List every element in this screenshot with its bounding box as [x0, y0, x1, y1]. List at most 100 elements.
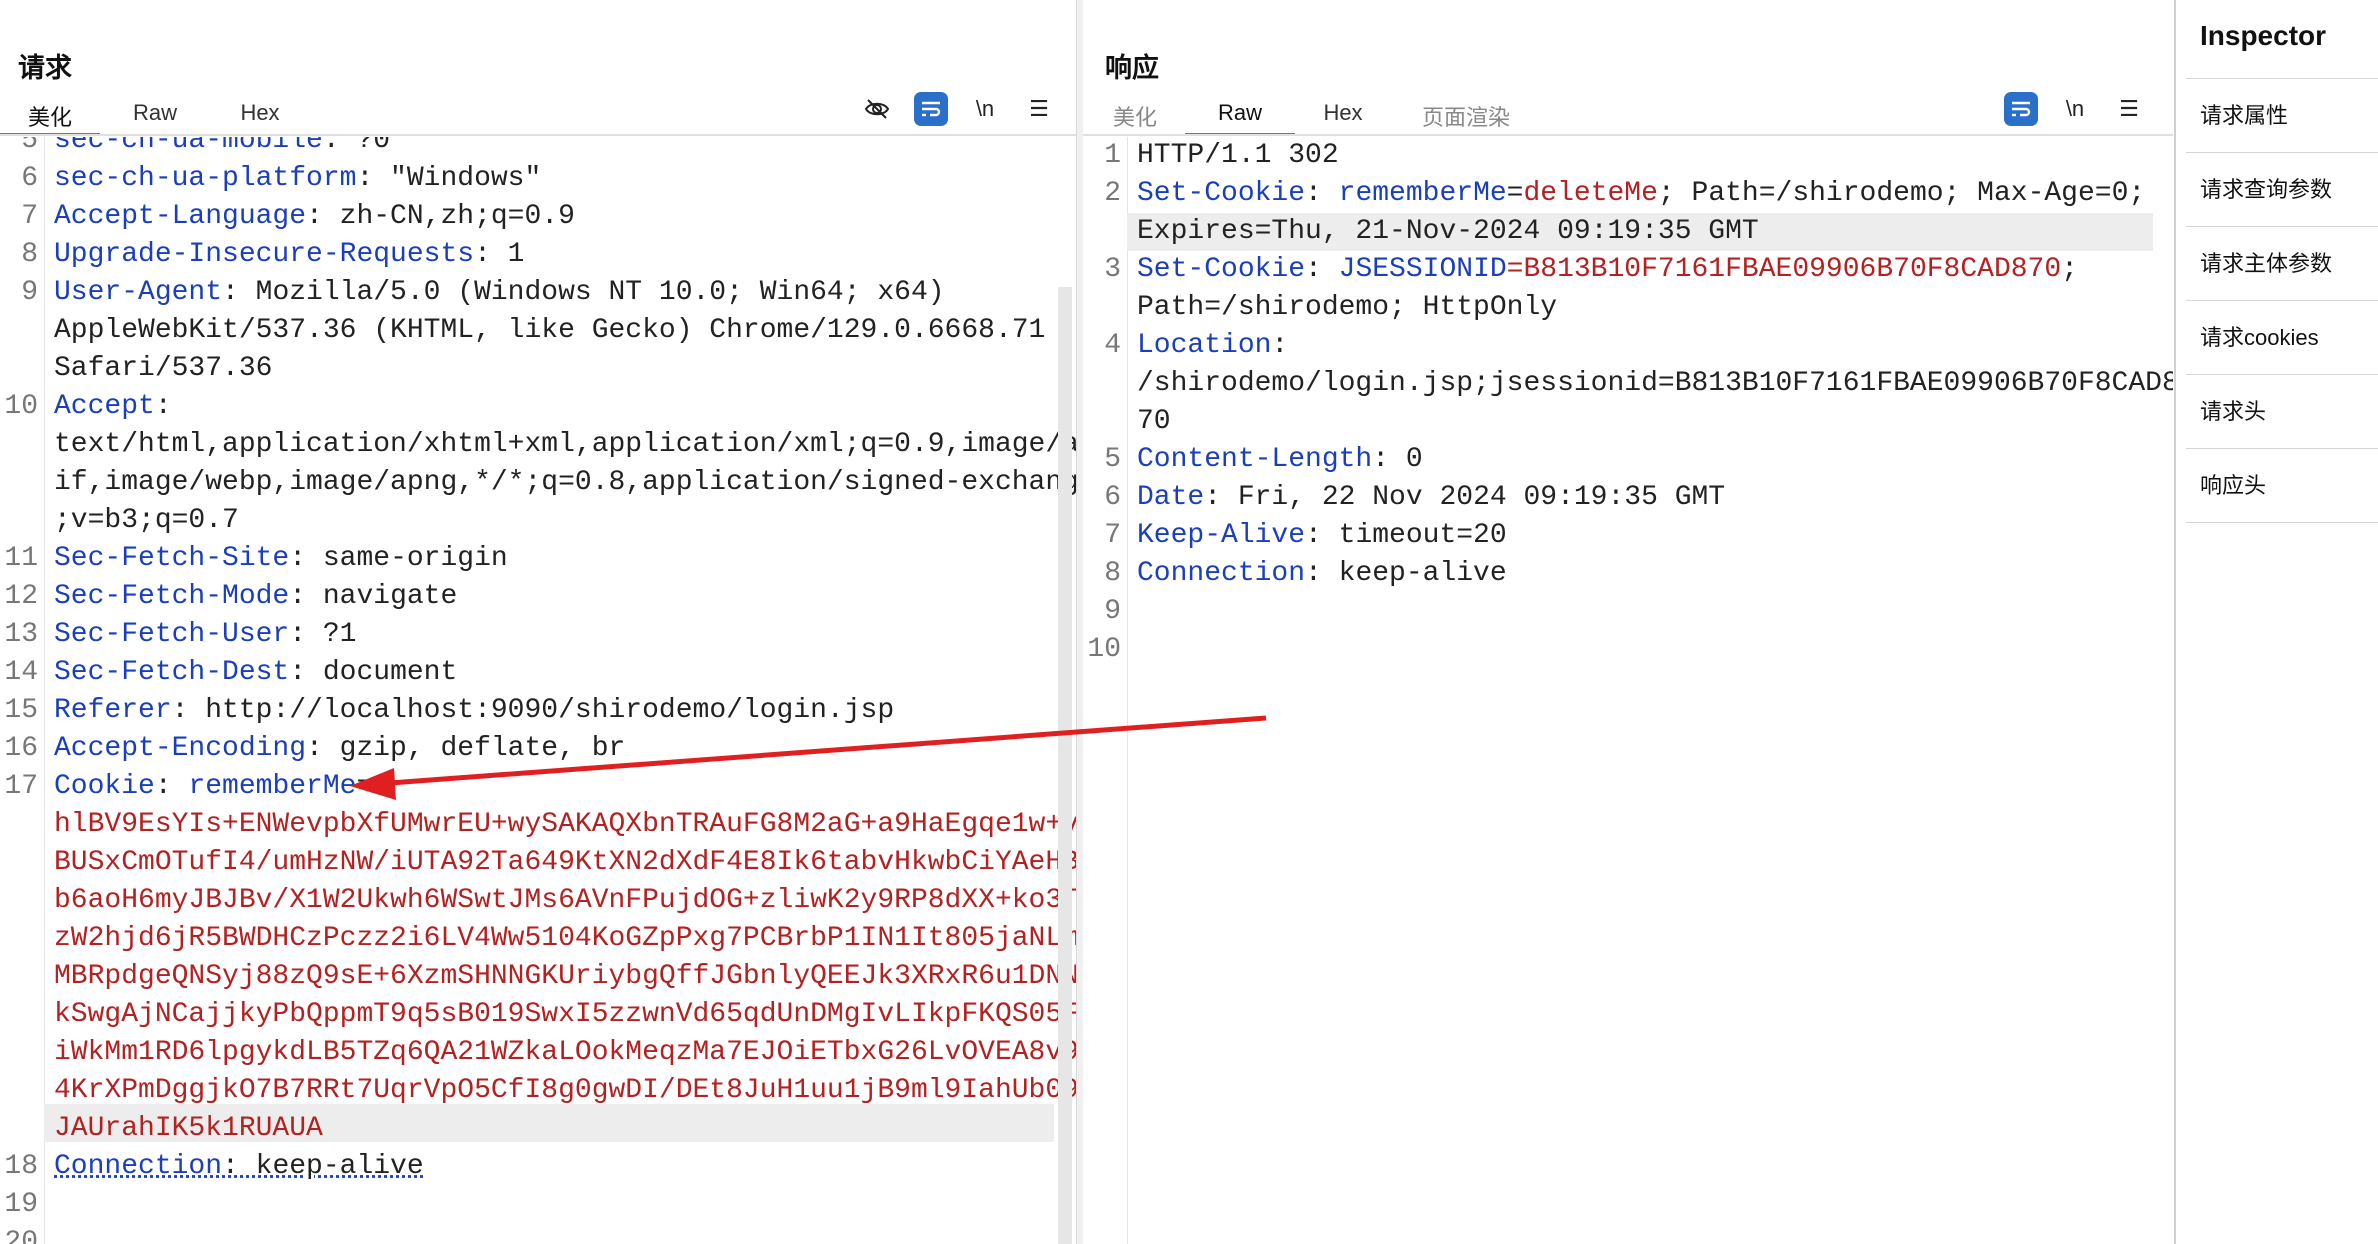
inspector-item[interactable]: 请求头	[2186, 374, 2378, 449]
highlight-value: kSwgAjNCajjkyPbQppmT9q5sB019SwxI5zzwnVd6…	[54, 999, 1076, 1030]
line-number: 8	[1083, 555, 1121, 593]
header-value: : document	[289, 657, 457, 688]
tab-request-1[interactable]: Raw	[100, 96, 210, 136]
code-line: JAUrahIK5k1RUAUA	[54, 1110, 323, 1148]
eye-off-icon[interactable]	[860, 92, 894, 126]
code-line: Content-Length: 0	[1137, 441, 1423, 479]
line-number: 9	[0, 274, 38, 312]
header-key: Connection	[1137, 558, 1305, 589]
code-line: kSwgAjNCajjkyPbQppmT9q5sB019SwxI5zzwnVd6…	[54, 996, 1076, 1034]
header-key: sec-ch-ua-platform	[54, 163, 356, 194]
header-value: ;v=b3;q=0.7	[54, 505, 239, 536]
header-key: Accept-Language	[54, 201, 306, 232]
line-number: 16	[0, 730, 38, 768]
inspector-item[interactable]: 请求查询参数	[2186, 152, 2378, 227]
code-line: text/html,application/xhtml+xml,applicat…	[54, 426, 1076, 464]
header-value: : 1	[474, 239, 524, 270]
tab-request-0[interactable]: 美化	[0, 96, 100, 136]
header-value: : http://localhost:9090/shirodemo/login.…	[172, 695, 895, 726]
header-key: Location	[1137, 330, 1271, 361]
header-key: Connection	[54, 1151, 222, 1182]
header-key: Content-Length	[1137, 444, 1372, 475]
line-number: 15	[0, 692, 38, 730]
header-key: Accept	[54, 391, 155, 422]
code-line: Sec-Fetch-User: ?1	[54, 616, 356, 654]
line-number: 8	[0, 236, 38, 274]
response-tabs: 美化 Raw Hex 页面渲染	[1085, 96, 1541, 136]
response-header-divider	[1083, 134, 2173, 136]
tab-response-2[interactable]: Hex	[1295, 96, 1391, 136]
response-title: 响应	[1105, 46, 1159, 85]
tab-response-3[interactable]: 页面渲染	[1391, 96, 1541, 136]
header-key: User-Agent	[54, 277, 222, 308]
request-title: 请求	[18, 46, 72, 85]
wrap-lines-icon[interactable]	[2004, 92, 2038, 126]
header-value: : ?1	[289, 619, 356, 650]
header-value: if,image/webp,image/apng,*/*;q=0.8,appli…	[54, 467, 1076, 498]
code-line: Set-Cookie: rememberMe=deleteMe; Path=/s…	[1137, 175, 2145, 213]
highlight-value: b6aoH6myJBJBv/X1W2Ukwh6WSwtJMs6AVnFPujdO…	[54, 885, 1076, 916]
header-key: sec-ch-ua-mobile	[54, 137, 323, 156]
header-key: Set-Cookie	[1137, 178, 1305, 209]
line-number: 6	[0, 160, 38, 198]
tab-response-0[interactable]: 美化	[1085, 96, 1185, 136]
line-number: 2	[1083, 175, 1121, 213]
header-value: 70	[1137, 406, 1171, 437]
code-line: Date: Fri, 22 Nov 2024 09:19:35 GMT	[1137, 479, 1725, 517]
line-number: 19	[0, 1186, 38, 1224]
header-value: : "Windows"	[356, 163, 541, 194]
response-editor[interactable]: 1 HTTP/1.1 302 2 Set-Cookie: rememberMe=del…	[1083, 137, 2173, 1244]
code-line: Path=/shirodemo; HttpOnly	[1137, 289, 1557, 327]
header-key: JSESSIONID	[1339, 254, 1507, 285]
inspector-item[interactable]: 响应头	[2186, 448, 2378, 523]
request-scrollbar[interactable]	[1058, 287, 1072, 1244]
highlight-value: deleteMe	[1523, 178, 1657, 209]
inspector-item[interactable]: 请求主体参数	[2186, 226, 2378, 301]
header-value: text/html,application/xhtml+xml,applicat…	[54, 429, 1076, 460]
header-value: ;	[2061, 254, 2078, 285]
code-line: /shirodemo/login.jsp;jsessionid=B813B10F…	[1137, 365, 2173, 403]
tab-request-2[interactable]: Hex	[210, 96, 310, 136]
header-value: : navigate	[289, 581, 457, 612]
header-key: Set-Cookie	[1137, 254, 1305, 285]
header-key: Sec-Fetch-Dest	[54, 657, 289, 688]
code-line: Location:	[1137, 327, 1288, 365]
highlight-value: JAUrahIK5k1RUAUA	[54, 1113, 323, 1144]
code-line: Keep-Alive: timeout=20	[1137, 517, 1507, 555]
header-value: Safari/537.36	[54, 353, 272, 384]
code-line: User-Agent: Mozilla/5.0 (Windows NT 10.0…	[54, 274, 945, 312]
header-value: /shirodemo/login.jsp;jsessionid=B813B10F…	[1137, 368, 2173, 399]
code-line: Safari/537.36	[54, 350, 272, 388]
code-line: sec-ch-ua-platform: "Windows"	[54, 160, 541, 198]
code-line: MBRpdgeQNSyj88zQ9sE+6XzmSHNNGKUriybgQffJ…	[54, 958, 1076, 996]
code-line: zW2hjd6jR5BWDHCzPczz2i6LV4Ww5104KoGZpPxg…	[54, 920, 1076, 958]
header-key: rememberMe	[188, 771, 356, 802]
code-line: BUSxCmOTufI4/umHzNW/iUTA92Ta649KtXN2dXdF…	[54, 844, 1076, 882]
inspector-item[interactable]: 请求cookies	[2186, 300, 2378, 375]
hamburger-menu-icon[interactable]: ☰	[2112, 92, 2146, 126]
request-header-divider	[0, 134, 1076, 136]
header-value: : gzip, deflate, br	[306, 733, 625, 764]
newline-toggle[interactable]: \n	[2058, 92, 2092, 126]
code-line: if,image/webp,image/apng,*/*;q=0.8,appli…	[54, 464, 1076, 502]
newline-toggle[interactable]: \n	[968, 92, 1002, 126]
request-editor[interactable]: 5 sec-ch-ua-mobile: ?0 6 sec-ch-ua-platform…	[0, 137, 1076, 1244]
header-value: : same-origin	[289, 543, 507, 574]
line-number: 20	[0, 1224, 38, 1244]
code-line: HTTP/1.1 302	[1137, 137, 1339, 175]
line-number: 3	[1083, 251, 1121, 289]
wrap-lines-icon[interactable]	[914, 92, 948, 126]
highlight-value: iWkMm1RD6lpgykdLB5TZq6QA21WZkaLOokMeqzMa…	[54, 1037, 1076, 1068]
code-line: Connection: keep-alive	[1137, 555, 1507, 593]
line-number: 7	[1083, 517, 1121, 555]
code-line: Cookie: rememberMe=	[54, 768, 373, 806]
hamburger-menu-icon[interactable]: ☰	[1022, 92, 1056, 126]
inspector-item[interactable]: 请求属性	[2186, 78, 2378, 153]
highlight-value: MBRpdgeQNSyj88zQ9sE+6XzmSHNNGKUriybgQffJ…	[54, 961, 1076, 992]
tab-response-1[interactable]: Raw	[1185, 96, 1295, 136]
header-key: Accept-Encoding	[54, 733, 306, 764]
header-key: Referer	[54, 695, 172, 726]
header-value: :	[1305, 254, 1339, 285]
header-key: Upgrade-Insecure-Requests	[54, 239, 474, 270]
header-value: :	[1305, 178, 1339, 209]
